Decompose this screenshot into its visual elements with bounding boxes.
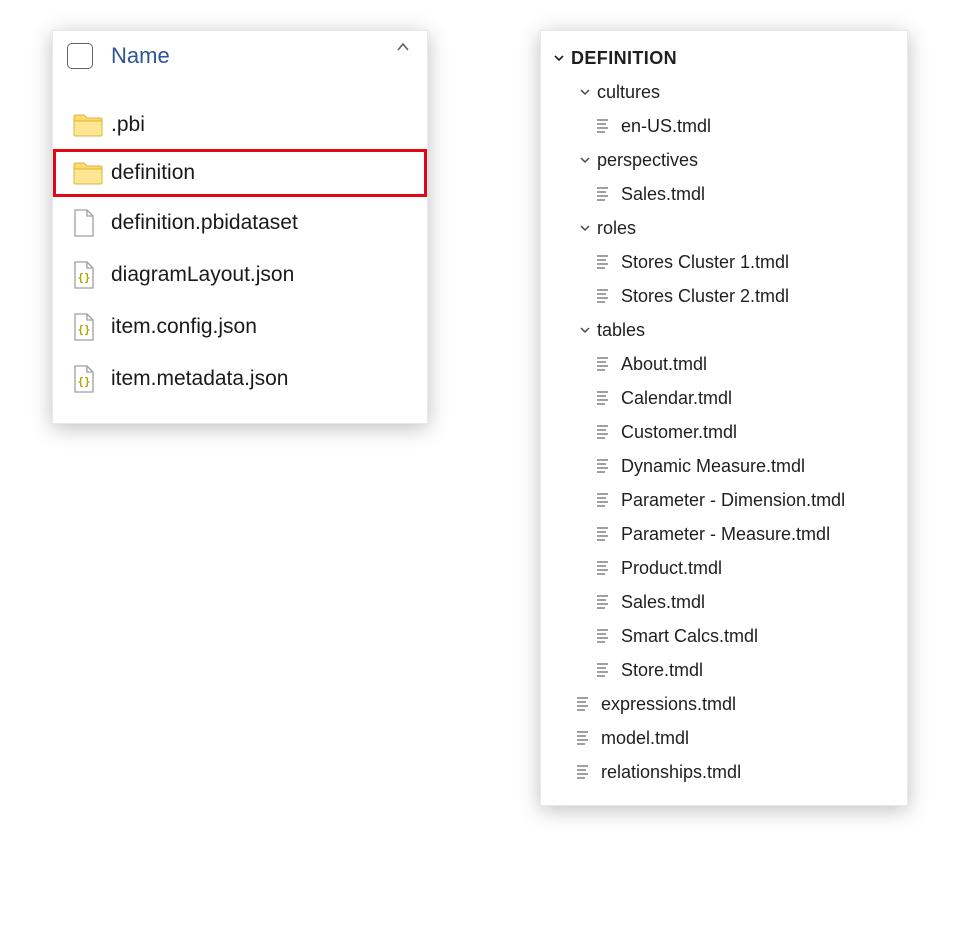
tree-item-label: Parameter - Dimension.tmdl (621, 490, 845, 511)
chevron-down-icon (551, 52, 567, 64)
file-item[interactable]: definition (53, 149, 427, 197)
tree-file[interactable]: Product.tmdl (551, 551, 895, 585)
tree-file[interactable]: About.tmdl (551, 347, 895, 381)
tree-item-label: Smart Calcs.tmdl (621, 626, 758, 647)
file-item[interactable]: {} diagramLayout.json (53, 249, 427, 301)
file-lines-icon (597, 459, 613, 473)
file-lines-icon (597, 255, 613, 269)
tree-item-label: en-US.tmdl (621, 116, 711, 137)
tree-file[interactable]: Sales.tmdl (551, 177, 895, 211)
file-lines-icon (597, 119, 613, 133)
file-item-label: .pbi (111, 113, 145, 137)
file-item[interactable]: definition.pbidataset (53, 197, 427, 249)
tree-item-label: Store.tmdl (621, 660, 703, 681)
tree-file[interactable]: relationships.tmdl (551, 755, 895, 789)
tree-file[interactable]: expressions.tmdl (551, 687, 895, 721)
select-all-checkbox[interactable] (67, 43, 93, 69)
chevron-down-icon (577, 324, 593, 336)
tree-body: cultures en-US.tmdl perspectives Sales.tmdl… (551, 75, 895, 789)
tree-item-label: Parameter - Measure.tmdl (621, 524, 830, 545)
tree-file[interactable]: en-US.tmdl (551, 109, 895, 143)
file-item[interactable]: {} item.metadata.json (53, 353, 427, 405)
tree-file[interactable]: Dynamic Measure.tmdl (551, 449, 895, 483)
file-lines-icon (597, 425, 613, 439)
tree-item-label: perspectives (597, 150, 698, 171)
file-lines-icon (577, 697, 593, 711)
tree-root-label: DEFINITION (571, 48, 677, 69)
file-list: .pbi definition definition.pbidataset {} dia… (53, 83, 427, 405)
folder-icon (71, 113, 111, 137)
file-lines-icon (597, 357, 613, 371)
file-lines-icon (597, 595, 613, 609)
tree-item-label: expressions.tmdl (601, 694, 736, 715)
tree-file[interactable]: Sales.tmdl (551, 585, 895, 619)
tree-item-label: Sales.tmdl (621, 184, 705, 205)
tree-item-label: Sales.tmdl (621, 592, 705, 613)
chevron-down-icon (577, 86, 593, 98)
tree-folder[interactable]: roles (551, 211, 895, 245)
chevron-down-icon (577, 154, 593, 166)
file-lines-icon (577, 731, 593, 745)
svg-text:{}: {} (77, 375, 90, 388)
tree-file[interactable]: Stores Cluster 2.tmdl (551, 279, 895, 313)
tree-item-label: roles (597, 218, 636, 239)
file-item-label: diagramLayout.json (111, 263, 294, 287)
tree-file[interactable]: Customer.tmdl (551, 415, 895, 449)
file-lines-icon (577, 765, 593, 779)
tree-item-label: Dynamic Measure.tmdl (621, 456, 805, 477)
svg-text:{}: {} (77, 323, 90, 336)
file-item-label: definition.pbidataset (111, 211, 298, 235)
tree-item-label: Stores Cluster 1.tmdl (621, 252, 789, 273)
file-item[interactable]: {} item.config.json (53, 301, 427, 353)
tree-item-label: Customer.tmdl (621, 422, 737, 443)
tree-file[interactable]: model.tmdl (551, 721, 895, 755)
file-lines-icon (597, 561, 613, 575)
file-lines-icon (597, 629, 613, 643)
tree-root[interactable]: DEFINITION (551, 41, 895, 75)
file-lines-icon (597, 663, 613, 677)
tree-item-label: Calendar.tmdl (621, 388, 732, 409)
column-header-name[interactable]: Name (111, 43, 170, 69)
tree-file[interactable]: Smart Calcs.tmdl (551, 619, 895, 653)
file-lines-icon (597, 493, 613, 507)
tree-folder[interactable]: cultures (551, 75, 895, 109)
tree-file[interactable]: Stores Cluster 1.tmdl (551, 245, 895, 279)
tree-file[interactable]: Store.tmdl (551, 653, 895, 687)
sort-chevron-icon[interactable] (395, 39, 411, 60)
json-file-icon: {} (71, 313, 111, 341)
tree-item-label: model.tmdl (601, 728, 689, 749)
file-item-label: definition (111, 161, 195, 185)
tree-folder[interactable]: tables (551, 313, 895, 347)
file-item[interactable]: .pbi (53, 101, 427, 149)
file-icon (71, 209, 111, 237)
file-item-label: item.config.json (111, 315, 257, 339)
svg-text:{}: {} (77, 271, 90, 284)
tree-item-label: Stores Cluster 2.tmdl (621, 286, 789, 307)
file-lines-icon (597, 391, 613, 405)
chevron-down-icon (577, 222, 593, 234)
folder-icon (71, 161, 111, 185)
tree-file[interactable]: Parameter - Measure.tmdl (551, 517, 895, 551)
tree-item-label: tables (597, 320, 645, 341)
tree-item-label: Product.tmdl (621, 558, 722, 579)
file-explorer-panel: Name .pbi definition definition.pbidataset… (52, 30, 428, 424)
tree-folder[interactable]: perspectives (551, 143, 895, 177)
column-header-row: Name (53, 39, 427, 83)
file-lines-icon (597, 289, 613, 303)
json-file-icon: {} (71, 261, 111, 289)
file-lines-icon (597, 527, 613, 541)
json-file-icon: {} (71, 365, 111, 393)
tree-item-label: cultures (597, 82, 660, 103)
tree-panel: DEFINITION cultures en-US.tmdl perspective… (540, 30, 908, 806)
tree-item-label: About.tmdl (621, 354, 707, 375)
tree-file[interactable]: Calendar.tmdl (551, 381, 895, 415)
file-item-label: item.metadata.json (111, 367, 288, 391)
tree-file[interactable]: Parameter - Dimension.tmdl (551, 483, 895, 517)
tree-item-label: relationships.tmdl (601, 762, 741, 783)
file-lines-icon (597, 187, 613, 201)
